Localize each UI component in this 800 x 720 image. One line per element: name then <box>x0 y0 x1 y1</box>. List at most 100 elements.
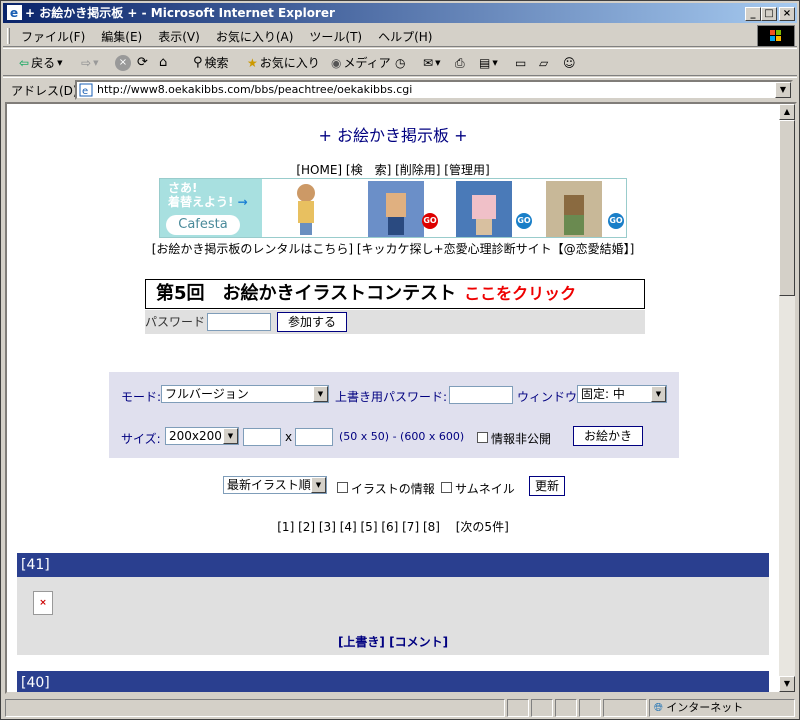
refresh-button[interactable]: ⟳ <box>137 53 148 73</box>
address-dropdown-icon[interactable]: ▼ <box>775 82 791 98</box>
window-title: + お絵かき掲示板 + - Microsoft Internet Explore… <box>25 6 335 20</box>
stop-button[interactable]: × <box>115 53 131 73</box>
mode-select[interactable]: フルバージョン ▼ <box>161 385 329 403</box>
address-url: http://www8.oekakibbs.com/bbs/peachtree/… <box>97 83 413 96</box>
scroll-down-icon[interactable]: ▼ <box>779 676 795 692</box>
private-checkbox[interactable] <box>477 432 488 443</box>
research-button[interactable]: ▱ <box>539 53 548 73</box>
menu-bar: ファイル(F) 編集(E) 表示(V) お気に入り(A) ツール(T) ヘルプ(H) <box>3 25 797 47</box>
window-select[interactable]: 固定: 中 ▼ <box>577 385 667 403</box>
search-label: 検索 <box>204 56 229 70</box>
go-badge[interactable]: GO <box>516 213 532 229</box>
password-input[interactable] <box>207 313 271 331</box>
discuss-button[interactable]: ▭ <box>515 53 526 73</box>
broken-image-icon[interactable]: × <box>33 591 53 615</box>
overwrite-password-input[interactable] <box>449 386 513 404</box>
close-button[interactable]: × <box>779 7 795 21</box>
history-button[interactable]: ◷ <box>395 53 405 73</box>
window-label: ウィンドウ: <box>517 390 582 404</box>
menu-grip <box>7 28 10 44</box>
cafesta-banner[interactable]: さあ! 着替えよう! → Cafesta GO GO GO <box>159 178 627 238</box>
forward-button[interactable]: ⇨ ▼ <box>81 53 98 73</box>
go-badge[interactable]: GO <box>608 213 624 229</box>
size-range: (50 x 50) - (600 x 600) <box>339 430 465 443</box>
stop-icon: × <box>115 55 131 71</box>
mail-icon: ✉ <box>423 56 434 70</box>
zone-label: インターネット <box>666 701 744 714</box>
search-button[interactable]: ⚲ 検索 <box>193 53 229 73</box>
join-button[interactable]: 参加する <box>277 312 347 332</box>
height-input[interactable] <box>295 428 333 446</box>
thumbnail-checkbox[interactable] <box>441 482 452 493</box>
cafesta-logo: Cafesta <box>166 215 240 235</box>
maximize-button[interactable]: □ <box>761 7 777 21</box>
window-value: 固定: 中 <box>581 387 625 401</box>
menu-edit[interactable]: 編集(E) <box>93 25 150 48</box>
edit-button[interactable]: ▤ ▼ <box>479 53 498 73</box>
password-label: パスワード <box>145 315 206 329</box>
back-label: 戻る <box>31 56 56 70</box>
svg-text:e: e <box>82 86 88 97</box>
vertical-scrollbar[interactable]: ▲ ▼ <box>779 104 795 692</box>
messenger-button[interactable]: ☺ <box>563 53 576 73</box>
size-label: サイズ: <box>121 432 161 446</box>
address-label: アドレス(D) <box>11 84 78 98</box>
messenger-icon: ☺ <box>563 56 576 70</box>
sort-select[interactable]: 最新イラスト順 ▼ <box>223 476 327 494</box>
chevron-down-icon: ▼ <box>311 477 326 493</box>
media-button[interactable]: ◉ メディア <box>331 53 391 73</box>
top-links[interactable]: [HOME] [検 索] [削除用] [管理用] <box>7 161 779 178</box>
go-badge[interactable]: GO <box>422 213 438 229</box>
menu-file[interactable]: ファイル(F) <box>13 25 93 48</box>
contest-banner[interactable]: 第5回 お絵かきイラストコンテスト ここをクリック <box>145 279 645 309</box>
mode-value: フルバージョン <box>165 387 249 401</box>
avatar-figure-4 <box>546 181 602 237</box>
chevron-down-icon: ▼ <box>57 59 63 67</box>
favorites-button[interactable]: ★ お気に入り <box>247 53 320 73</box>
address-input[interactable]: e http://www8.oekakibbs.com/bbs/peachtre… <box>75 80 793 100</box>
page-icon: e <box>79 83 93 97</box>
chevron-down-icon: ▼ <box>223 428 238 444</box>
menu-favorites[interactable]: お気に入り(A) <box>208 25 302 48</box>
pagination[interactable]: [1] [2] [3] [4] [5] [6] [7] [8] [次の5件] <box>7 518 779 535</box>
ie-icon: e <box>7 5 22 20</box>
menu-help[interactable]: ヘルプ(H) <box>370 25 440 48</box>
size-select[interactable]: 200x200 ▼ <box>165 427 239 445</box>
info-checkbox[interactable] <box>337 482 348 493</box>
print-button[interactable]: ⎙ <box>455 53 465 73</box>
sort-value: 最新イラスト順 <box>227 478 311 492</box>
menu-view[interactable]: 表示(V) <box>150 25 208 48</box>
mail-button[interactable]: ✉ ▼ <box>423 53 440 73</box>
chevron-down-icon: ▼ <box>492 59 498 67</box>
svg-text:e: e <box>10 6 18 20</box>
research-icon: ▱ <box>539 56 549 70</box>
chevron-down-icon: ▼ <box>651 386 666 402</box>
status-bar: 🌐︎ インターネット <box>3 697 797 717</box>
back-button[interactable]: ⇦ 戻る ▼ <box>19 53 62 73</box>
minimize-button[interactable]: _ <box>745 7 761 21</box>
menu-tools[interactable]: ツール(T) <box>301 25 370 48</box>
post-header: [41] <box>17 553 769 577</box>
forward-arrow-icon: ⇨ <box>81 56 92 70</box>
home-button[interactable]: ⌂ <box>159 53 167 73</box>
scroll-thumb[interactable] <box>779 120 795 296</box>
status-panel <box>531 699 553 717</box>
draw-button[interactable]: お絵かき <box>573 426 643 446</box>
contest-text: 第5回 お絵かきイラストコンテスト <box>156 283 457 304</box>
history-icon: ◷ <box>395 56 406 70</box>
globe-icon: 🌐︎ <box>654 701 663 714</box>
page-title: + お絵かき掲示板 + <box>318 126 468 145</box>
post-links[interactable]: [上書き] [コメント] <box>17 633 769 650</box>
chevron-down-icon: ▼ <box>93 59 99 67</box>
size-value: 200x200 <box>169 429 222 443</box>
media-icon: ◉ <box>331 56 342 70</box>
width-input[interactable] <box>243 428 281 446</box>
arrow-right-icon: → <box>237 195 248 209</box>
overwrite-password-label: 上書き用パスワード: <box>335 390 448 404</box>
password-row: パスワード 参加する <box>145 310 645 334</box>
scroll-up-icon[interactable]: ▲ <box>779 104 795 120</box>
status-text <box>5 699 505 717</box>
refresh-list-button[interactable]: 更新 <box>529 476 565 496</box>
status-panel <box>603 699 647 717</box>
rental-links[interactable]: [お絵かき掲示板のレンタルはこちら] [キッカケ探し+恋愛心理診断サイト【@恋愛… <box>7 240 779 257</box>
